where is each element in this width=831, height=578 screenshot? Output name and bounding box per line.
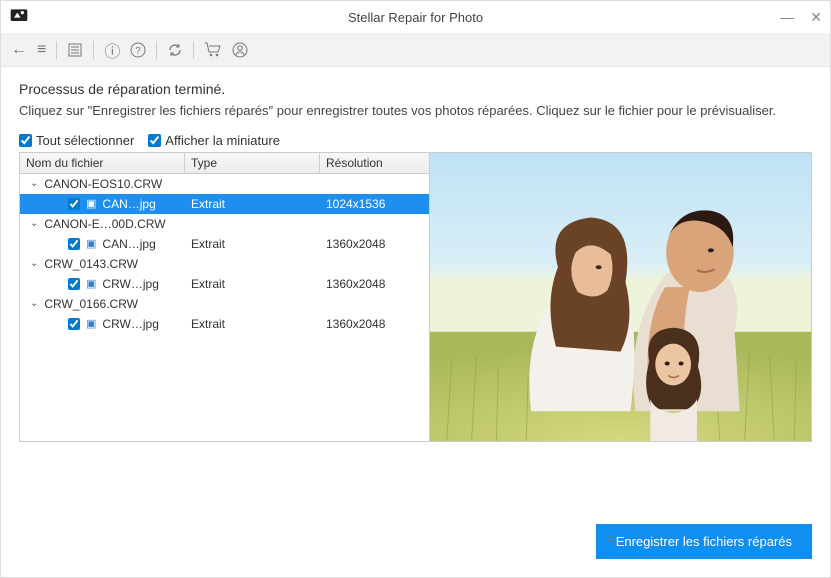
row-checkbox[interactable] (68, 198, 80, 210)
menu-icon[interactable]: ≡ (37, 41, 46, 59)
select-all-checkbox[interactable]: Tout sélectionner (19, 133, 134, 148)
image-file-icon: ▣ (86, 317, 96, 330)
parent-name: CRW_0166.CRW (44, 297, 138, 311)
page-description: Cliquez sur "Enregistrer les fichiers ré… (19, 101, 812, 121)
row-checkbox[interactable] (68, 318, 80, 330)
titlebar: Stellar Repair for Photo — ✕ (1, 1, 830, 33)
column-type[interactable]: Type (185, 153, 320, 173)
file-type: Extrait (185, 277, 320, 291)
info-icon[interactable]: ⓘ (104, 38, 120, 62)
separator (156, 41, 157, 59)
parent-name: CANON-E…00D.CRW (44, 217, 165, 231)
help-icon[interactable]: ? (130, 42, 146, 58)
parent-name: CRW_0143.CRW (44, 257, 138, 271)
minimize-button[interactable]: — (780, 9, 794, 26)
svg-text:?: ? (136, 46, 142, 57)
parent-name: CANON-EOS10.CRW (44, 177, 162, 191)
table-row-parent[interactable]: ⌄ CANON-E…00D.CRW (20, 214, 429, 234)
chevron-down-icon: ⌄ (30, 218, 38, 229)
table-row-parent[interactable]: ⌄ CRW_0143.CRW (20, 254, 429, 274)
select-all-input[interactable] (19, 134, 32, 147)
separator (93, 41, 94, 59)
list-icon[interactable] (67, 42, 83, 58)
table-row-child[interactable]: ▣ CAN…jpg Extrait1024x1536 (20, 194, 429, 214)
user-icon[interactable] (232, 42, 248, 58)
file-rows: ⌄CANON-EOS10.CRW▣CAN…jpgExtrait1024x1536… (20, 174, 429, 441)
file-name: CAN…jpg (102, 197, 155, 211)
file-name: CRW…jpg (102, 277, 158, 291)
file-resolution: 1024x1536 (320, 197, 429, 211)
back-icon[interactable]: ← (11, 41, 27, 59)
preview-pane (430, 153, 811, 441)
save-repaired-button[interactable]: Enregistrer les fichiers réparés (596, 524, 812, 559)
table-row-parent[interactable]: ⌄ CANON-EOS10.CRW (20, 174, 429, 194)
separator (193, 41, 194, 59)
file-type: Extrait (185, 237, 320, 251)
table-row-child[interactable]: ▣ CAN…jpg Extrait1360x2048 (20, 234, 429, 254)
column-name[interactable]: Nom du fichier (20, 153, 185, 173)
show-thumbnail-checkbox[interactable]: Afficher la miniature (148, 133, 280, 148)
chevron-down-icon: ⌄ (30, 298, 38, 309)
table-row-child[interactable]: ▣ CRW…jpg Extrait1360x2048 (20, 274, 429, 294)
file-resolution: 1360x2048 (320, 317, 429, 331)
close-button[interactable]: ✕ (810, 9, 822, 26)
app-title: Stellar Repair for Photo (348, 10, 483, 25)
select-all-label: Tout sélectionner (36, 133, 134, 148)
chevron-down-icon: ⌄ (30, 178, 38, 189)
show-thumbnail-input[interactable] (148, 134, 161, 147)
row-checkbox[interactable] (68, 238, 80, 250)
file-table: Nom du fichier Type Résolution ⌄ CANON-EO… (20, 153, 430, 441)
table-row-child[interactable]: ▣ CRW…jpg Extrait1360x2048 (20, 314, 429, 334)
image-file-icon: ▣ (86, 197, 96, 210)
show-thumbnail-label: Afficher la miniature (165, 133, 280, 148)
image-file-icon: ▣ (86, 237, 96, 250)
toolbar: ← ≡ ⓘ ? (1, 33, 830, 67)
separator (56, 41, 57, 59)
chevron-down-icon: ⌄ (30, 258, 38, 269)
file-type: Extrait (185, 317, 320, 331)
file-name: CRW…jpg (102, 317, 158, 331)
cart-icon[interactable] (204, 42, 222, 58)
page-heading: Processus de réparation terminé. (19, 81, 812, 97)
image-file-icon: ▣ (86, 277, 96, 290)
column-resolution[interactable]: Résolution (320, 153, 429, 173)
refresh-icon[interactable] (167, 42, 183, 58)
file-type: Extrait (185, 197, 320, 211)
app-logo-icon (9, 6, 29, 29)
file-name: CAN…jpg (102, 237, 155, 251)
file-resolution: 1360x2048 (320, 237, 429, 251)
file-resolution: 1360x2048 (320, 277, 429, 291)
row-checkbox[interactable] (68, 278, 80, 290)
table-row-parent[interactable]: ⌄ CRW_0166.CRW (20, 294, 429, 314)
